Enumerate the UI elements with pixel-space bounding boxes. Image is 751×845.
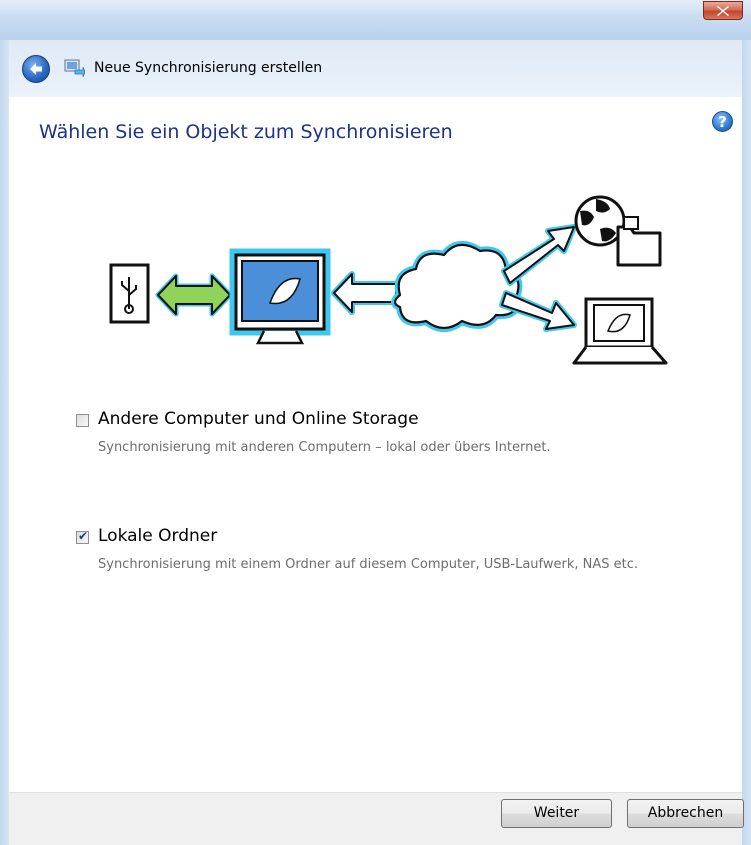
usb-icon (109, 263, 150, 324)
arrow-to-laptop (499, 290, 577, 332)
cancel-button[interactable]: Abbrechen (627, 799, 744, 828)
monitor-icon (229, 248, 331, 345)
cloud-icon (391, 241, 523, 332)
option-label[interactable]: Lokale Ordner (98, 526, 217, 546)
checkbox-online-storage[interactable] (76, 414, 89, 427)
option-description: Synchronisierung mit einem Ordner auf di… (98, 557, 639, 572)
window-title: Neue Synchronisierung erstellen (94, 60, 323, 76)
close-icon (717, 6, 729, 16)
folder-icon (616, 216, 662, 267)
sync-illustration (109, 195, 668, 365)
title-bar (0, 0, 751, 40)
next-button[interactable]: Weiter (501, 799, 612, 828)
option-label[interactable]: Andere Computer und Online Storage (98, 409, 419, 429)
close-button[interactable] (703, 1, 743, 20)
wizard-window: Neue Synchronisierung erstellen Wählen S… (0, 0, 751, 845)
help-icon[interactable]: ? (712, 111, 733, 132)
arrow-to-cloud (331, 271, 399, 315)
window-border-left (0, 40, 9, 845)
double-arrow-green (155, 273, 233, 317)
window-border-right (742, 40, 751, 845)
sync-app-icon (64, 59, 85, 78)
back-arrow-icon (30, 63, 42, 75)
option-description: Synchronisierung mit anderen Computern –… (98, 440, 551, 455)
laptop-icon (572, 297, 668, 365)
checkbox-local-folders[interactable] (76, 529, 89, 544)
arrow-to-globe (501, 224, 577, 286)
back-button[interactable] (22, 55, 50, 83)
page-title: Wählen Sie ein Objekt zum Synchronisiere… (39, 121, 453, 143)
